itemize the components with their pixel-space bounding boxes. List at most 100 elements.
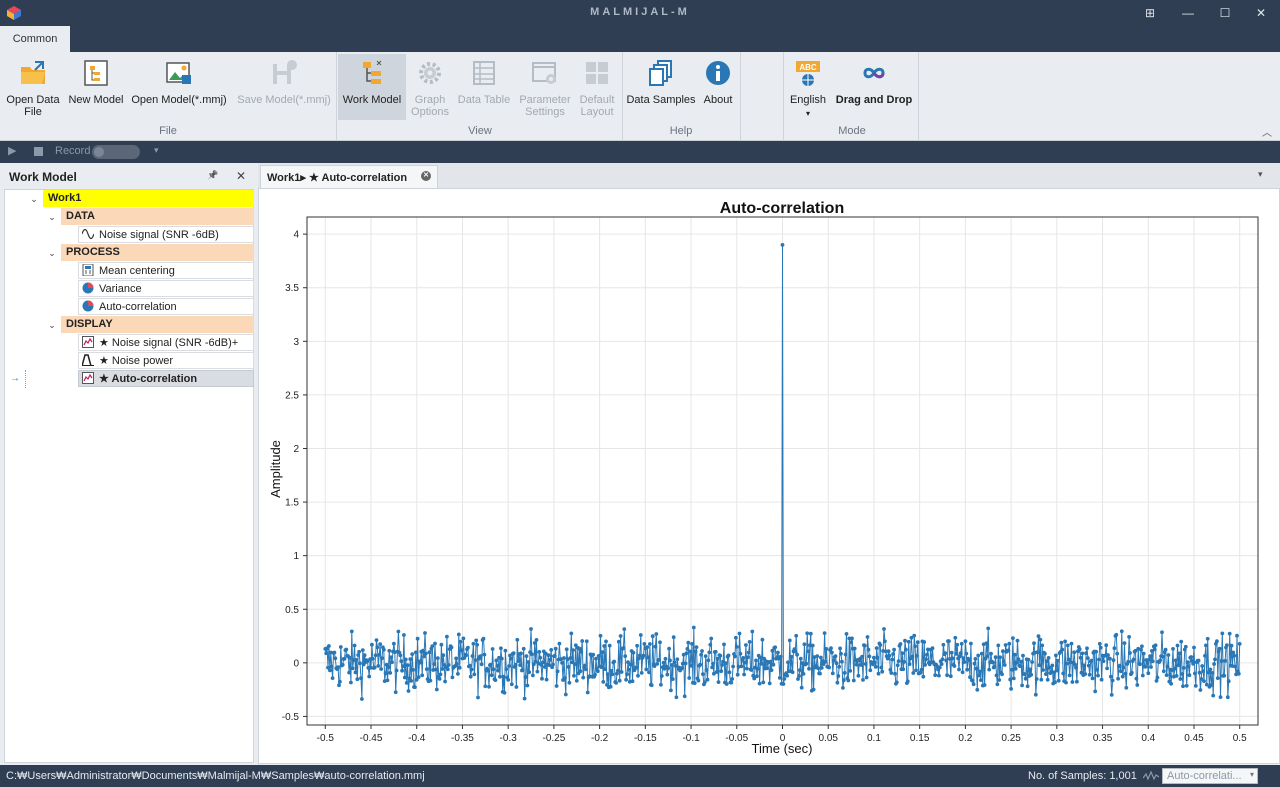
data-point — [835, 680, 840, 685]
data-point — [745, 655, 750, 660]
data-point — [516, 659, 521, 663]
data-point — [1173, 658, 1178, 663]
close-tab-icon[interactable]: ✕ — [421, 171, 431, 181]
tree-header-process[interactable]: PROCESS — [61, 244, 254, 261]
x-tick-label: 0.4 — [1141, 733, 1155, 744]
open-model-button[interactable]: Open Model(*.mmj) — [130, 54, 228, 120]
data-point — [694, 645, 699, 649]
data-point — [1011, 636, 1015, 640]
tree-item-variance[interactable]: Variance — [78, 280, 254, 297]
record-toggle[interactable] — [92, 145, 140, 159]
tab-list-dropdown-icon[interactable]: ▾ — [1258, 169, 1263, 180]
collapse-icon[interactable]: ⌄ — [29, 194, 39, 205]
graph-options-button[interactable]: Graph Options — [408, 54, 452, 120]
layout-icon — [586, 62, 608, 84]
data-point — [1001, 649, 1005, 654]
data-point — [1050, 663, 1055, 668]
data-point — [963, 639, 968, 644]
tab-common[interactable]: Common — [0, 26, 70, 52]
chart-selector-dropdown[interactable]: Auto-correlati... ▾ — [1162, 768, 1258, 784]
close-panel-icon[interactable]: ✕ — [236, 169, 246, 183]
data-point — [807, 666, 811, 671]
data-point — [910, 654, 915, 659]
chevron-down-icon[interactable]: ▾ — [154, 145, 159, 156]
collapse-icon[interactable]: ⌄ — [47, 212, 57, 223]
data-point — [1213, 657, 1217, 662]
save-model-icon — [273, 60, 297, 84]
data-point — [900, 651, 905, 655]
data-table-button[interactable]: Data Table — [454, 54, 514, 120]
data-point — [1030, 660, 1034, 664]
data-point — [1094, 649, 1098, 654]
data-point — [1196, 658, 1201, 663]
tree-header-display[interactable]: DISPLAY — [61, 316, 254, 333]
tree-header-data[interactable]: DATA — [61, 208, 254, 225]
data-point — [603, 667, 607, 671]
data-point — [1086, 663, 1091, 668]
data-point — [572, 673, 576, 678]
data-point — [844, 632, 849, 636]
pin-icon[interactable]: 📌 — [207, 170, 218, 181]
data-point — [1179, 639, 1184, 644]
collapse-icon[interactable]: ⌄ — [47, 320, 57, 331]
data-point — [979, 651, 984, 656]
data-point — [1139, 647, 1143, 652]
maximize-button[interactable]: ☐ — [1207, 2, 1243, 24]
close-button[interactable]: ✕ — [1243, 2, 1279, 24]
data-point — [950, 656, 955, 661]
collapse-icon[interactable]: ⌄ — [47, 248, 57, 259]
record-bar: ▶ Record ▾ — [0, 141, 1280, 163]
data-point — [1155, 675, 1160, 680]
data-point — [352, 643, 357, 648]
stop-icon[interactable] — [34, 147, 43, 156]
collapse-ribbon-icon[interactable]: ︿ — [1262, 124, 1272, 139]
data-point — [619, 670, 624, 674]
open-data-file-button[interactable]: Open Data File — [2, 54, 64, 120]
data-point — [1150, 659, 1155, 664]
table-icon — [473, 61, 495, 85]
ribbon: Open Data File New Model Open Model(*.mm… — [0, 52, 1280, 141]
infinity-icon — [863, 67, 885, 79]
data-point — [1120, 674, 1125, 679]
data-point — [515, 637, 520, 642]
tree-item-noise-signal-display[interactable]: ★ Noise signal (SNR -6dB)+ — [78, 334, 254, 351]
tree-item-auto-correlation[interactable]: Auto-correlation — [78, 298, 254, 315]
tree-root-work1[interactable]: Work1 — [43, 190, 254, 207]
data-point — [634, 665, 639, 670]
about-button[interactable]: About — [698, 54, 738, 120]
default-layout-button[interactable]: Default Layout — [576, 54, 618, 120]
parameter-settings-button[interactable]: Parameter Settings — [516, 54, 574, 120]
data-point — [777, 676, 782, 680]
work-model-button[interactable]: Work Model — [338, 54, 406, 120]
data-point — [1097, 657, 1101, 662]
data-point — [398, 653, 403, 658]
tree-item-noise-power[interactable]: ★ Noise power — [78, 352, 254, 369]
save-model-button[interactable]: Save Model(*.mmj) — [234, 54, 334, 120]
tree-item-noise-signal[interactable]: Noise signal (SNR -6dB) — [78, 226, 254, 243]
language-button[interactable]: ABC English ▾ — [786, 54, 830, 120]
x-tick-label: 0.45 — [1184, 733, 1204, 744]
data-point — [872, 655, 876, 660]
play-icon[interactable]: ▶ — [8, 144, 16, 157]
snap-layout-button[interactable]: ⊞ — [1132, 2, 1168, 24]
data-point — [638, 633, 643, 637]
data-point — [583, 663, 587, 668]
tree-item-mean-centering[interactable]: Mean centering — [78, 262, 254, 279]
drag-and-drop-button[interactable]: Drag and Drop — [832, 54, 916, 120]
tree-item-auto-correlation-display[interactable]: ★ Auto-correlation — [78, 370, 254, 387]
data-point — [639, 671, 644, 675]
new-model-button[interactable]: New Model — [66, 54, 126, 120]
minimize-button[interactable]: — — [1170, 2, 1206, 24]
data-point — [749, 668, 754, 672]
document-tab-auto-correlation[interactable]: Work1▸ ★ Auto-correlation ✕ — [260, 165, 438, 188]
data-point — [937, 665, 942, 670]
data-point — [627, 667, 631, 672]
data-samples-button[interactable]: Data Samples — [626, 54, 696, 120]
data-point — [526, 660, 531, 664]
data-point — [642, 642, 647, 646]
data-point — [738, 651, 743, 656]
data-point — [1028, 667, 1033, 672]
data-point — [649, 683, 654, 688]
data-point — [464, 653, 468, 658]
sample-count: No. of Samples: 1,001 — [1028, 770, 1137, 782]
